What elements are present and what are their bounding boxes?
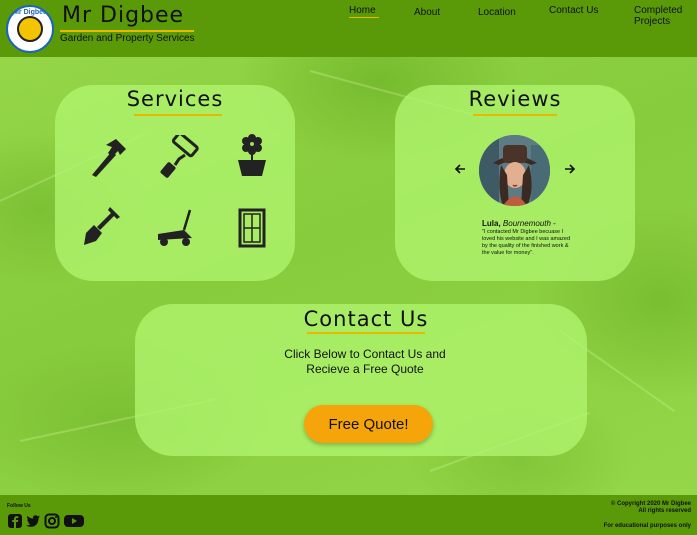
arrow-left-icon[interactable]: [454, 163, 466, 175]
educational-notice: For educational purposes only: [603, 523, 691, 529]
reviewer-location: Bournemouth: [502, 219, 551, 228]
brand-underline: [60, 30, 194, 32]
contact-title-underline: [307, 332, 425, 334]
twitter-icon[interactable]: [25, 513, 41, 529]
reviews-title: Reviews: [468, 87, 562, 111]
services-title-underline: [134, 114, 222, 116]
contact-subtitle: Click Below to Contact Us and Recieve a …: [284, 347, 446, 376]
youtube-icon[interactable]: [63, 513, 85, 529]
nav-about[interactable]: About: [414, 7, 440, 18]
nav-completed-projects[interactable]: Completed Projects: [634, 5, 694, 27]
paint-roller-icon: [160, 135, 199, 178]
reviewer-avatar: [479, 135, 550, 206]
reviewer-dash: -: [550, 219, 556, 228]
logo-text: Mr Digbee: [13, 9, 47, 16]
reviewer-name: Lula, Bournemouth -: [482, 219, 556, 228]
review-quote: "I contacted Mr Digbee becuase I loved h…: [482, 229, 571, 256]
hammer-icon: [92, 139, 126, 177]
site-footer: [0, 495, 697, 535]
arrow-right-icon[interactable]: [564, 163, 576, 175]
window-icon: [238, 208, 266, 248]
brand-name: Mr Digbee: [62, 3, 185, 28]
copyright-text: Copyright 2020 Mr Digbee: [616, 501, 691, 507]
copyright: © Copyright 2020 Mr Digbee All rights re…: [611, 501, 691, 515]
reviews-title-underline: [473, 114, 557, 116]
follow-us-label: Follow Us: [7, 503, 31, 509]
copyright-line-1: © Copyright 2020 Mr Digbee: [611, 501, 691, 508]
bee-icon: [17, 16, 43, 42]
copyright-line-2: All rights reserved: [638, 508, 691, 514]
facebook-icon[interactable]: [7, 513, 23, 529]
services-title: Services: [126, 87, 224, 111]
tagline: Garden and Property Services: [60, 33, 195, 44]
contact-title: Contact Us: [303, 307, 429, 331]
free-quote-button[interactable]: Free Quote!: [304, 405, 433, 443]
lawn-mower-icon: [158, 209, 192, 246]
shovel-icon: [84, 207, 120, 245]
nav-active-underline: [349, 17, 379, 18]
nav-contact-us[interactable]: Contact Us: [549, 5, 598, 16]
reviewer-first-name: Lula,: [482, 219, 501, 228]
logo[interactable]: Mr Digbee: [6, 5, 54, 53]
flower-pot-icon: [238, 134, 266, 176]
nav-home[interactable]: Home: [349, 5, 376, 16]
instagram-icon[interactable]: [44, 513, 60, 529]
nav-location[interactable]: Location: [478, 7, 516, 18]
